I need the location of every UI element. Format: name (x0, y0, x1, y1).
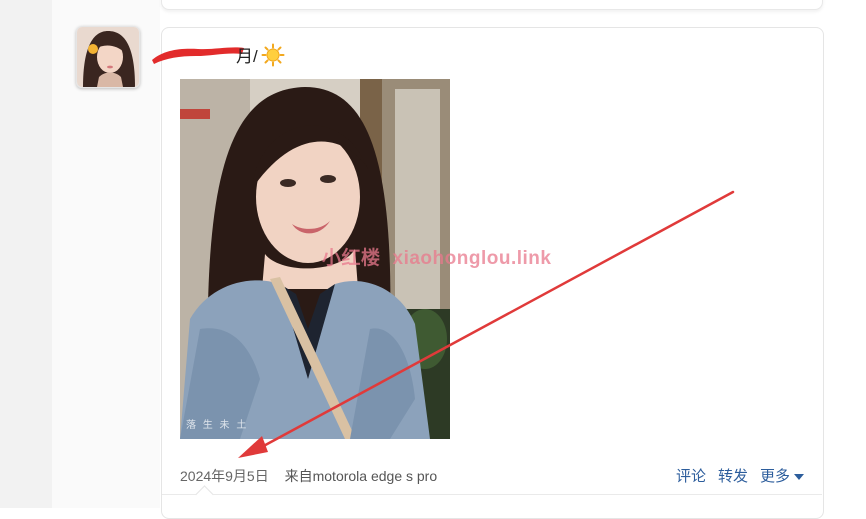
post-date[interactable]: 2024年9月5日 (180, 468, 269, 484)
watermark: 小红楼 xiaohonglou.link (322, 243, 551, 270)
more-label: 更多 (760, 468, 791, 485)
caret-down-icon (794, 473, 805, 480)
comment-divider (162, 494, 822, 495)
watermark-url: xiaohonglou.link (392, 248, 552, 269)
more-button[interactable]: 更多 (760, 465, 805, 486)
repost-button[interactable]: 转发 (718, 465, 748, 486)
post-meta: 2024年9月5日 来自motorola edge s pro (180, 466, 437, 486)
post-text: 月/ (236, 42, 285, 67)
sun-icon (261, 43, 285, 66)
avatar[interactable] (76, 26, 140, 88)
photo-caption: 落 生 未 土 (186, 420, 249, 431)
post-text-content: 月/ (236, 47, 258, 66)
comment-button[interactable]: 评论 (676, 465, 706, 486)
previous-post-card (161, 0, 823, 10)
post-actions: 评论 转发 更多 (676, 465, 805, 486)
post-source: 来自motorola edge s pro (284, 468, 438, 484)
watermark-cn: 小红楼 (322, 248, 381, 269)
left-gutter (0, 0, 52, 508)
redacted-username (152, 47, 244, 64)
